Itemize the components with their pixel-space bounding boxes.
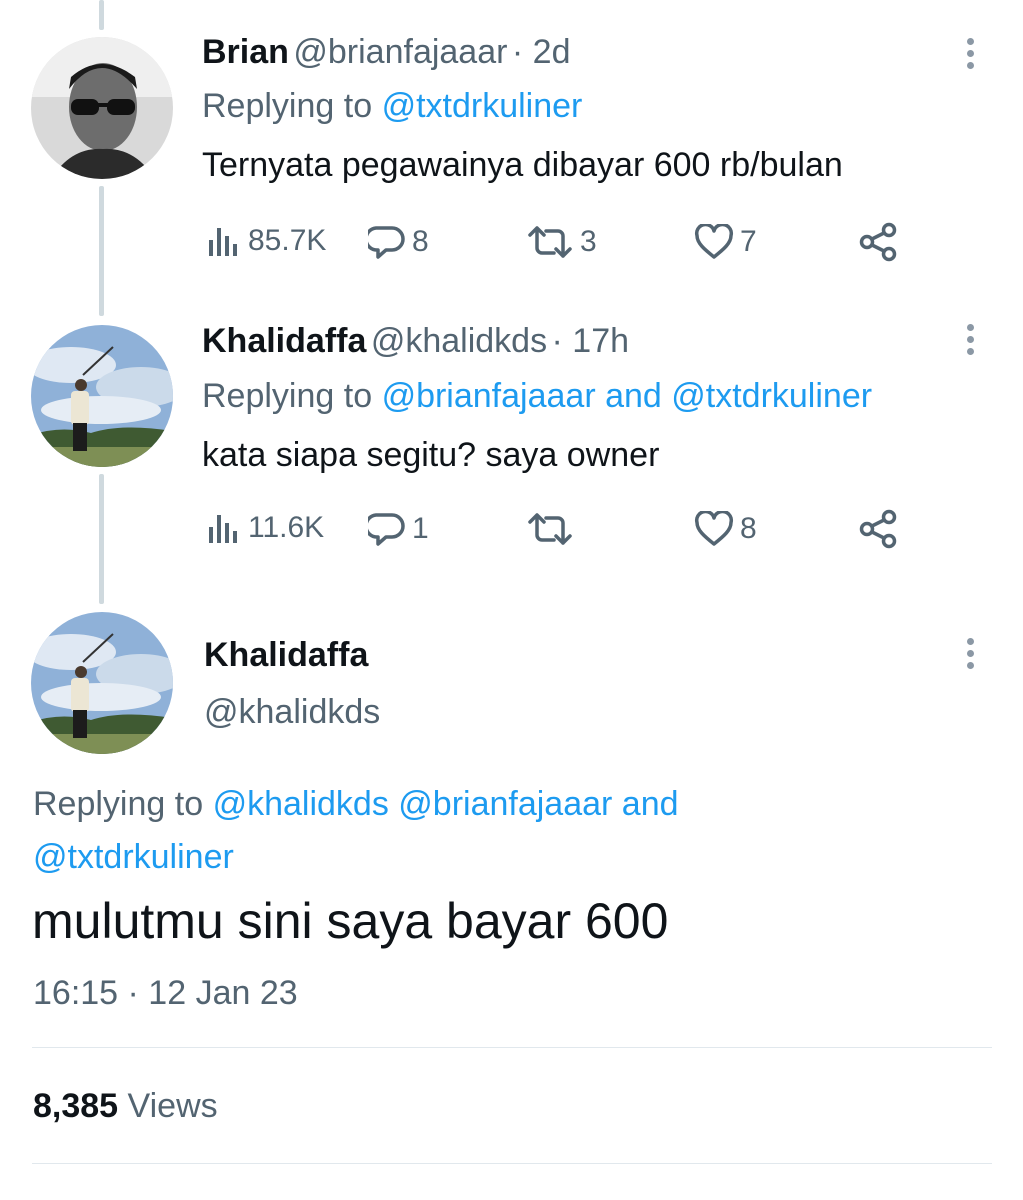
like-count: 7 xyxy=(740,225,757,258)
tweet-2-handle[interactable]: @khalidkds xyxy=(371,322,547,360)
reply-icon xyxy=(368,226,405,259)
like-icon xyxy=(694,224,734,259)
tweet-1-text: Ternyata pegawainya dibayar 600 rb/bulan xyxy=(202,146,843,184)
replying-mentions[interactable]: @khalidkds @brianfajaaar and xyxy=(213,785,679,823)
like-button[interactable]: 8 xyxy=(694,511,757,547)
share-button[interactable] xyxy=(858,222,900,262)
more-icon[interactable] xyxy=(965,38,975,74)
retweet-icon xyxy=(528,513,572,545)
views-button[interactable]: 11.6K xyxy=(206,511,324,545)
main-replying: Replying to @khalidkds @brianfajaaar and xyxy=(33,785,679,824)
replying-label: Replying to xyxy=(33,785,204,823)
thread-line-2 xyxy=(99,474,104,604)
retweet-count: 3 xyxy=(580,225,597,258)
like-icon xyxy=(694,511,734,546)
more-icon[interactable] xyxy=(965,638,975,674)
share-button[interactable] xyxy=(858,509,900,549)
tweet-2-name[interactable]: Khalidaffa xyxy=(202,322,366,360)
main-handle[interactable]: @khalidkds xyxy=(204,693,380,732)
retweet-icon xyxy=(528,226,572,258)
replying-mention[interactable]: @txtdrkuliner xyxy=(382,87,583,125)
tweet-2-time[interactable]: · 17h xyxy=(552,322,630,360)
tweet-1-time[interactable]: · 2d xyxy=(512,33,571,71)
main-timestamp[interactable]: 16:15 · 12 Jan 23 xyxy=(33,974,298,1013)
divider xyxy=(32,1163,992,1164)
replying-label: Replying to xyxy=(202,87,373,125)
reply-icon xyxy=(368,513,405,546)
views-icon xyxy=(209,515,237,543)
main-replying-mention-2[interactable]: @txtdrkuliner xyxy=(33,838,234,877)
tweet-1-replying: Replying to @txtdrkuliner xyxy=(202,87,582,126)
main-name[interactable]: Khalidaffa xyxy=(204,636,368,675)
tweet-2-text: kata siapa segitu? saya owner xyxy=(202,436,660,474)
more-icon[interactable] xyxy=(965,324,975,360)
replying-mention[interactable]: @brianfajaaar and @txtdrkuliner xyxy=(382,377,873,415)
views-button[interactable]: 85.7K xyxy=(206,224,326,258)
reply-button[interactable]: 1 xyxy=(368,511,429,547)
like-button[interactable]: 7 xyxy=(694,224,757,260)
views-count: 85.7K xyxy=(248,224,327,257)
share-icon xyxy=(859,222,897,262)
like-count: 8 xyxy=(740,512,757,545)
main-text: mulutmu sini saya bayar 600 xyxy=(32,893,669,949)
reply-count: 1 xyxy=(412,512,429,545)
tweet-2-header: Khalidaffa @khalidkds · 17h xyxy=(202,322,629,361)
share-icon xyxy=(859,509,897,549)
replying-label: Replying to xyxy=(202,377,373,415)
reply-button[interactable]: 8 xyxy=(368,224,429,260)
retweet-button[interactable]: 3 xyxy=(526,224,597,260)
views-icon xyxy=(209,228,237,256)
reply-count: 8 xyxy=(412,225,429,258)
thread-line-top xyxy=(99,0,104,30)
tweet-2-replying: Replying to @brianfajaaar and @txtdrkuli… xyxy=(202,377,872,416)
avatar-brian[interactable] xyxy=(31,37,173,179)
views-summary[interactable]: 8,385 Views xyxy=(33,1087,218,1126)
avatar-khalidaffa[interactable] xyxy=(31,325,173,467)
views-total: 8,385 xyxy=(33,1087,119,1125)
tweet-1-name[interactable]: Brian xyxy=(202,33,289,71)
retweet-button[interactable] xyxy=(526,511,580,547)
divider xyxy=(32,1047,992,1048)
thread-line-1 xyxy=(99,186,104,316)
tweet-1-handle[interactable]: @brianfajaaar xyxy=(293,33,507,71)
views-count: 11.6K xyxy=(248,511,325,544)
tweet-1-header: Brian @brianfajaaar · 2d xyxy=(202,33,571,72)
views-label: Views xyxy=(127,1087,218,1125)
avatar-khalidaffa-main[interactable] xyxy=(31,612,173,754)
